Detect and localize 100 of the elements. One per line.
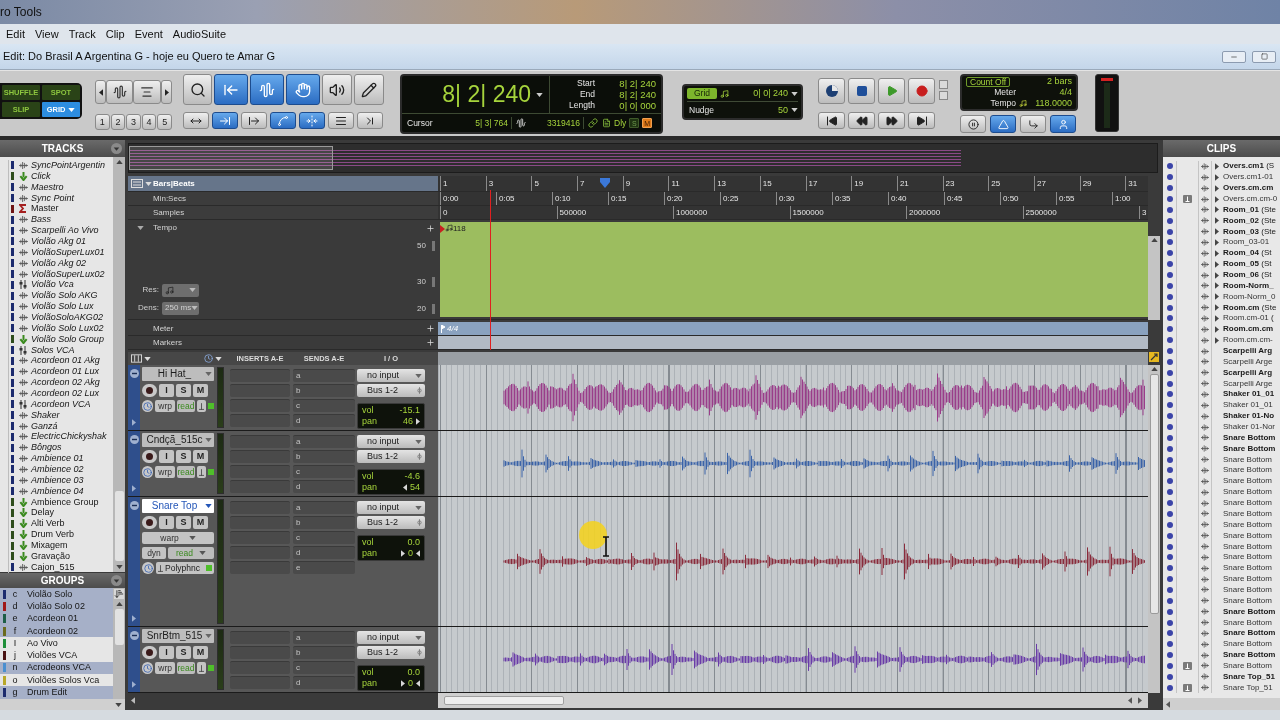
group-item[interactable]: d Violão Solo 02 [0, 600, 113, 613]
clip-name[interactable]: Scarpelli Arge [1223, 379, 1273, 388]
input-monitor-button[interactable]: I [159, 516, 174, 529]
track-list-name[interactable]: Violão Solo Group [31, 334, 104, 344]
track-list-name[interactable]: Gravação [31, 551, 71, 561]
track-list-name[interactable]: Shaker [31, 410, 60, 420]
input-selector[interactable]: no input [357, 369, 425, 382]
input-monitor-button[interactable]: I [159, 646, 174, 659]
menu-item[interactable]: Event [134, 28, 163, 40]
track-name-field[interactable]: SnrBtm_515 [142, 629, 214, 643]
audio-zoom-button[interactable] [106, 80, 133, 104]
zoom-in-button[interactable] [161, 80, 172, 104]
online-button[interactable] [818, 78, 845, 104]
zoom-preset-button[interactable]: 5 [157, 114, 172, 130]
zoom-tool-button[interactable] [183, 74, 212, 105]
play-button[interactable] [878, 78, 905, 104]
track-list-name[interactable]: Acordeon VCA [31, 399, 91, 409]
density-dropdown[interactable]: 250 ms [162, 301, 199, 315]
midi-option-button[interactable] [1050, 115, 1076, 133]
clip-name[interactable]: Snare Bottom [1223, 607, 1276, 616]
clip-name[interactable]: Snare Bottom [1223, 575, 1272, 584]
grid-toggle-button[interactable]: Grid [687, 88, 718, 99]
send-slot[interactable]: e [293, 561, 355, 574]
clip-name[interactable]: Overs.cm.cm-0 [1223, 195, 1278, 203]
clip-name[interactable]: Scarpelli Arg [1223, 368, 1273, 377]
track-list-name[interactable]: Maestro [31, 182, 64, 192]
track-list-name[interactable]: Violão Solo Lux [31, 302, 94, 312]
clip-name[interactable]: Snare Bottom [1223, 488, 1272, 497]
output-selector[interactable]: Bus 1-2 [357, 646, 425, 659]
record-enable-button[interactable] [142, 646, 157, 659]
mute-button[interactable]: M [193, 646, 208, 659]
track-list-name[interactable]: Mixagem [31, 541, 68, 550]
send-slot[interactable]: c [293, 465, 355, 478]
track-list-name[interactable]: Bass [31, 215, 51, 225]
zoom-preset-button[interactable]: 3 [126, 114, 141, 130]
rewind-button[interactable] [848, 112, 875, 129]
elastic-mode-button[interactable]: wrp [155, 662, 176, 674]
track-list-name[interactable]: Violão Akg 02 [31, 258, 87, 268]
send-slot[interactable]: c [293, 531, 355, 544]
trim-tool-button[interactable] [214, 74, 248, 105]
solo-button[interactable]: S [176, 384, 191, 397]
send-slot[interactable]: b [293, 646, 355, 659]
input-monitor-button[interactable]: I [159, 384, 174, 397]
midi-option-button[interactable] [990, 115, 1016, 133]
clip-name[interactable]: Snare Bottom [1223, 629, 1276, 638]
track-list-name[interactable]: Violão Solo AKG [31, 291, 98, 301]
send-slot[interactable]: a [293, 369, 355, 382]
clip-name[interactable]: Snare Bottom [1223, 542, 1272, 551]
record-button[interactable] [908, 78, 935, 104]
clip-name[interactable]: Snare Top_51 [1223, 672, 1275, 681]
input-selector[interactable]: no input [357, 435, 425, 448]
clip-name[interactable]: Scarpelli Arg [1223, 347, 1273, 356]
send-slot[interactable]: a [293, 631, 355, 644]
send-slot[interactable]: b [293, 384, 355, 397]
resolution-dropdown[interactable] [162, 283, 199, 297]
clip-name[interactable]: Room.cm.cm- [1223, 336, 1273, 345]
go-to-end-button[interactable] [908, 112, 935, 129]
clip-name[interactable]: Snare Bottom [1223, 596, 1272, 605]
elastic-mode-button[interactable]: wrp [155, 466, 176, 478]
clip-name[interactable]: Snare Bottom [1223, 455, 1272, 464]
clip-name[interactable]: Snare Bottom [1223, 520, 1272, 529]
track-list-name[interactable]: Violão Akg 01 [31, 236, 87, 246]
track-list-name[interactable]: Ambience 01 [31, 454, 84, 464]
grabber-tool-button[interactable] [286, 74, 320, 105]
track-list-name[interactable]: Sync Point [31, 193, 75, 203]
zoom-preset-button[interactable]: 1 [95, 114, 110, 130]
clip-name[interactable]: Shaker 01_01 [1223, 390, 1275, 399]
clip-name[interactable]: Room-Norm_ [1223, 281, 1274, 290]
voice-button[interactable] [196, 662, 207, 674]
track-list-name[interactable]: SyncPointArgentin [31, 160, 106, 170]
clip-name[interactable]: Room_02 (Ste [1223, 216, 1276, 225]
track-list-name[interactable]: Ambience 02 [31, 465, 84, 474]
clip-name[interactable]: Snare Bottom [1223, 640, 1272, 649]
track-list-name[interactable]: Ambience 03 [31, 475, 84, 485]
track-list-name[interactable]: Violão Solo Lux02 [31, 323, 104, 333]
edit-option-button[interactable] [328, 112, 354, 129]
send-slot[interactable]: a [293, 501, 355, 514]
clip-name[interactable]: Shaker 01-Nor [1223, 423, 1276, 432]
track-list-name[interactable]: Acordeon 02 Akg [31, 378, 100, 388]
input-selector[interactable]: no input [357, 501, 425, 514]
menu-item[interactable]: View [34, 28, 59, 40]
clip-name[interactable]: Overs.cm1-01 [1223, 173, 1274, 182]
clip-name[interactable]: Room_06 (St [1223, 271, 1272, 279]
clip-name[interactable]: Shaker 01_01 [1223, 401, 1273, 410]
mute-button[interactable]: M [193, 450, 208, 463]
stop-button[interactable] [848, 78, 875, 104]
clip-name[interactable]: Snare Bottom [1223, 553, 1272, 562]
group-item[interactable]: g Drum Edit [0, 686, 113, 699]
track-list-name[interactable]: Bôngos [31, 443, 62, 453]
track-list-name[interactable]: Ganzá [31, 421, 58, 431]
clip-name[interactable]: Snare Bottom [1223, 433, 1276, 442]
clip-name[interactable]: Room.cm (Ste [1223, 303, 1277, 312]
pencil-tool-button[interactable] [354, 74, 384, 105]
input-monitor-button[interactable]: I [159, 450, 174, 463]
selector-tool-button[interactable] [250, 74, 284, 105]
clip-name[interactable]: Room_01 (Ste [1223, 205, 1276, 214]
clip-name[interactable]: Snare Bottom [1223, 585, 1272, 594]
track-list-name[interactable]: Drum Verb [31, 530, 74, 540]
menu-item[interactable]: AudioSuite [172, 28, 227, 40]
clip-name[interactable]: Room.cm.cm [1223, 325, 1274, 334]
